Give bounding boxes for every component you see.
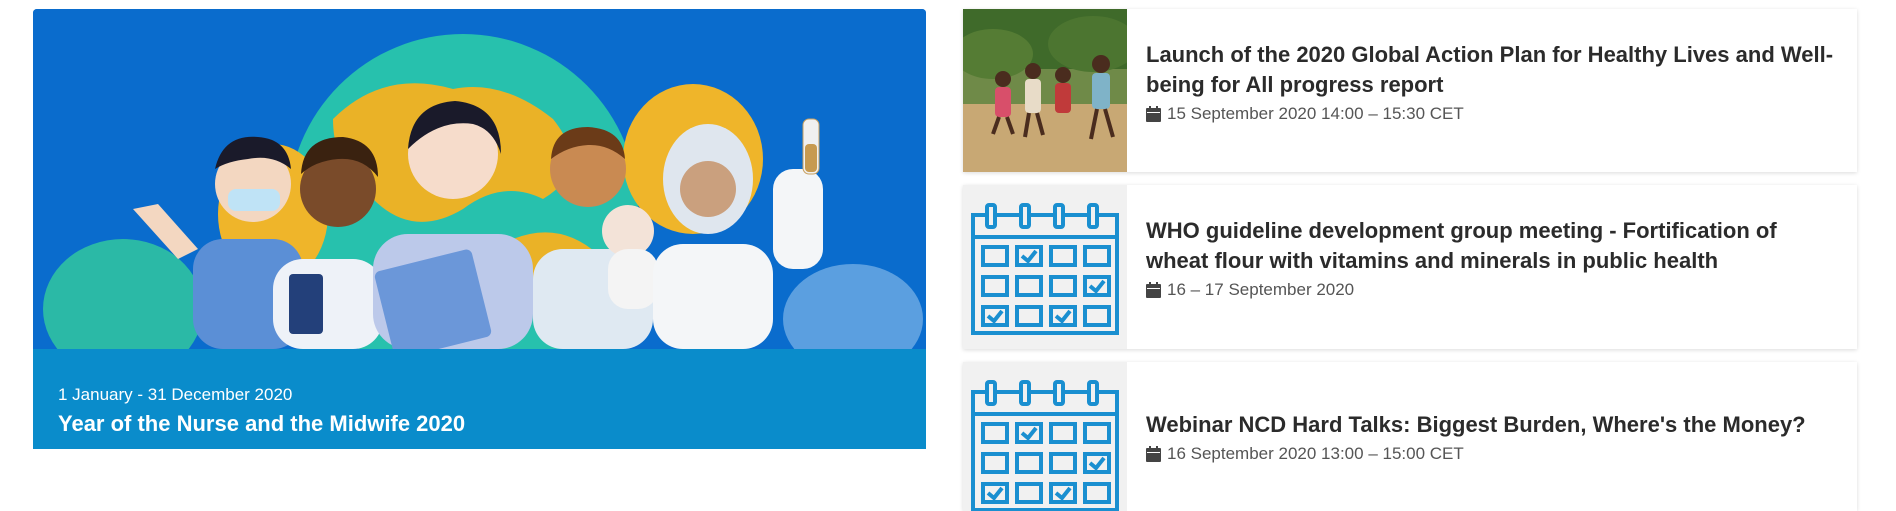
featured-event-caption: 1 January - 31 December 2020 Year of the… (33, 349, 926, 449)
event-thumbnail-photo (963, 9, 1127, 172)
event-date: 16 September 2020 13:00 – 15:00 CET (1146, 444, 1837, 464)
event-date-text: 16 – 17 September 2020 (1167, 280, 1355, 299)
featured-event-title[interactable]: Year of the Nurse and the Midwife 2020 (58, 411, 465, 437)
calendar-icon (1146, 446, 1161, 462)
calendar-icon (1146, 282, 1161, 298)
nurses-midwives-illustration (33, 9, 926, 349)
event-date: 15 September 2020 14:00 – 15:30 CET (1146, 104, 1837, 124)
event-title[interactable]: Webinar NCD Hard Talks: Biggest Burden, … (1146, 410, 1837, 440)
event-title[interactable]: WHO guideline development group meeting … (1146, 216, 1837, 276)
featured-event-card[interactable]: 1 January - 31 December 2020 Year of the… (33, 9, 926, 449)
event-thumbnail-calendar (963, 362, 1127, 511)
event-title[interactable]: Launch of the 2020 Global Action Plan fo… (1146, 40, 1837, 100)
event-card[interactable]: Launch of the 2020 Global Action Plan fo… (963, 9, 1857, 172)
featured-event-date: 1 January - 31 December 2020 (58, 385, 293, 404)
event-card[interactable]: WHO guideline development group meeting … (963, 185, 1857, 349)
calendar-icon (1146, 106, 1161, 122)
event-card[interactable]: Webinar NCD Hard Talks: Biggest Burden, … (963, 362, 1857, 511)
event-thumbnail-calendar (963, 185, 1127, 349)
event-date-text: 16 September 2020 13:00 – 15:00 CET (1167, 444, 1464, 463)
event-date: 16 – 17 September 2020 (1146, 280, 1837, 300)
event-date-text: 15 September 2020 14:00 – 15:30 CET (1167, 104, 1464, 123)
